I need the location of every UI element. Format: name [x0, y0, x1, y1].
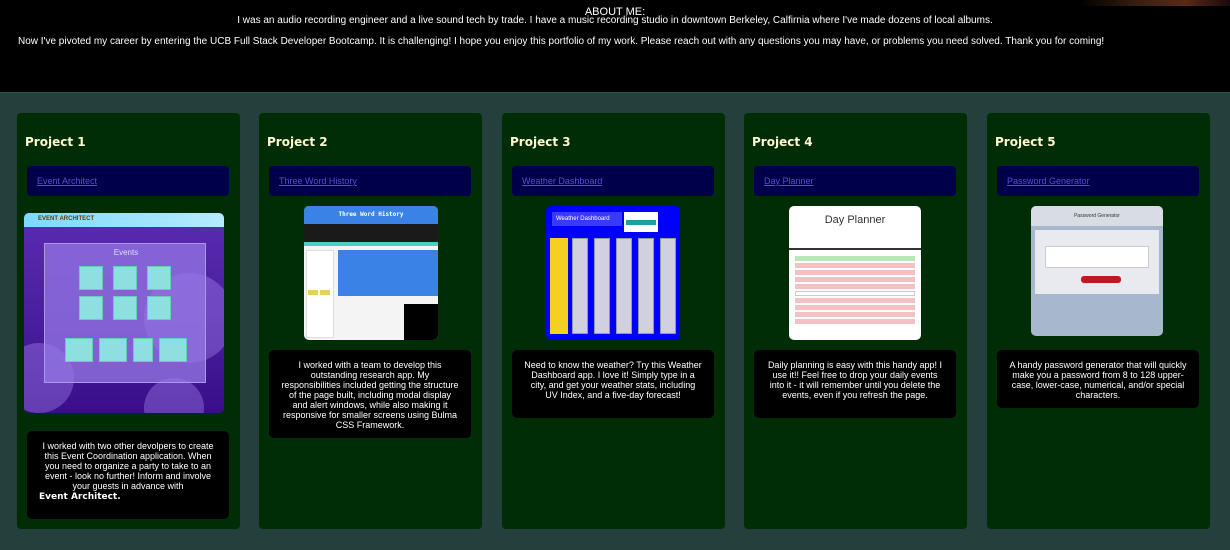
project-link-box: Three Word History	[269, 166, 471, 196]
project-description: Need to know the weather? Try this Weath…	[512, 350, 714, 418]
thumb-heading: Three Word History	[304, 206, 438, 224]
thumb-heading: Password Generator	[1031, 206, 1163, 226]
project-card-4: Project 4 Day Planner Day Planner Daily …	[744, 113, 967, 529]
project-link-weather-dashboard[interactable]: Weather Dashboard	[522, 176, 602, 186]
project-title: Project 3	[510, 135, 571, 149]
about-paragraph-1: I was an audio recording engineer and a …	[237, 15, 993, 26]
project-link-day-planner[interactable]: Day Planner	[764, 176, 814, 186]
project-thumbnail[interactable]: EVENT ARCHITECT Events	[24, 213, 224, 413]
project-description: Daily planning is easy with this handy a…	[754, 350, 956, 418]
about-section: ABOUT ME: I was an audio recording engin…	[0, 0, 1230, 92]
project-card-2: Project 2 Three Word History Three Word …	[259, 113, 482, 529]
project-link-box: Weather Dashboard	[512, 166, 714, 196]
project-description: A handy password generator that will qui…	[997, 350, 1199, 408]
project-description-highlight: Event Architect.	[39, 492, 121, 502]
project-thumbnail[interactable]: Three Word History	[304, 206, 438, 340]
project-thumbnail[interactable]: Weather Dashboard	[546, 206, 680, 340]
project-card-5: Project 5 Password Generator Password Ge…	[987, 113, 1210, 529]
project-description: I worked with a team to develop this out…	[269, 350, 471, 438]
project-link-three-word-history[interactable]: Three Word History	[279, 176, 357, 186]
project-link-event-architect[interactable]: Event Architect	[37, 176, 97, 186]
project-title: Project 2	[267, 135, 328, 149]
project-title: Project 5	[995, 135, 1056, 149]
project-description: I worked with two other devolpers to cre…	[27, 431, 229, 519]
project-link-box: Day Planner	[754, 166, 956, 196]
about-paragraph-2: Now I've pivoted my career by entering t…	[18, 36, 1105, 47]
thumb-heading: Day Planner	[824, 214, 886, 226]
project-card-3: Project 3 Weather Dashboard Weather Dash…	[502, 113, 725, 529]
project-card-1: Project 1 Event Architect EVENT ARCHITEC…	[17, 113, 240, 529]
thumb-heading: Weather Dashboard	[552, 212, 622, 226]
thumb-logo: EVENT ARCHITECT	[38, 216, 95, 222]
project-link-box: Password Generator	[997, 166, 1199, 196]
project-title: Project 1	[25, 135, 86, 149]
projects-section: Project 1 Event Architect EVENT ARCHITEC…	[0, 92, 1230, 550]
thumb-heading: Events	[113, 248, 139, 257]
project-link-password-generator[interactable]: Password Generator	[1007, 176, 1090, 186]
project-title: Project 4	[752, 135, 813, 149]
project-thumbnail[interactable]: Day Planner	[789, 206, 921, 340]
project-thumbnail[interactable]: Password Generator	[1031, 206, 1163, 336]
project-link-box: Event Architect	[27, 166, 229, 196]
